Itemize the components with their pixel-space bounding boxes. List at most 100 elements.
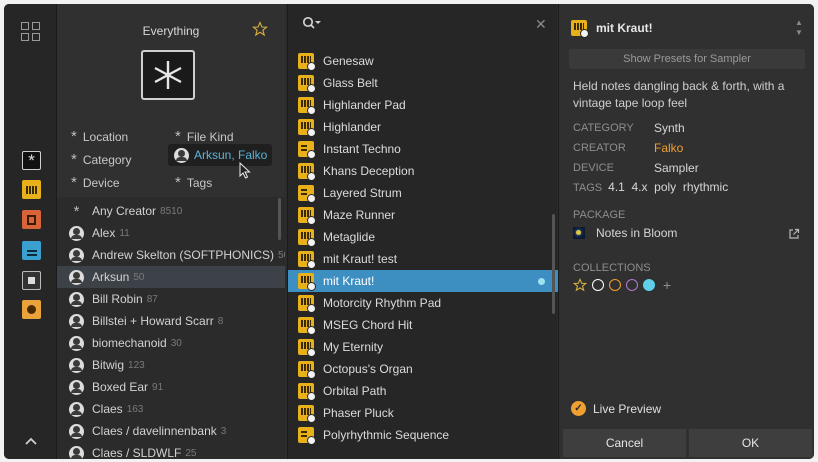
preset-item[interactable]: Highlander Pad [288,94,558,116]
search-bar[interactable]: ✕ [288,4,558,44]
preset-item[interactable]: Genesaw [288,50,558,72]
creator-item[interactable]: Andrew Skelton (SOFTPHONICS)50 [57,244,285,266]
close-icon[interactable]: ✕ [535,16,547,33]
search-icon[interactable] [302,16,322,30]
creator-item[interactable]: Alex 11 [57,222,285,244]
live-preview-toggle[interactable]: ✓ Live Preview [571,401,661,416]
creator-item[interactable]: Boxed Ear 91 [57,376,285,398]
filter-creator-label: Arksun, Falko [194,148,268,162]
filter-device[interactable]: * Device [71,174,120,191]
cancel-button[interactable]: Cancel [563,429,686,457]
creator-item[interactable]: biomechanoid 30 [57,332,285,354]
preset-list: Genesaw Glass Belt Highlander Pad Highlande… [288,50,558,459]
category-value[interactable]: Synth [654,121,685,135]
creator-value[interactable]: Falko [654,141,683,155]
collection-cyan-icon[interactable] [643,279,655,291]
creator-scrollbar[interactable] [278,198,281,240]
preset-item[interactable]: Orbital Path [288,380,558,402]
preset-item[interactable]: Polyrhythmic Sequence [288,424,558,446]
asterisk-icon: * [71,174,77,191]
preset-name: Highlander [323,120,382,134]
rail-note-fx-icon[interactable] [22,241,41,260]
prev-next-arrows[interactable]: ▲ ▼ [795,18,803,38]
instrument-preset-icon [298,163,316,181]
creator-count: 8510 [160,205,183,217]
creator-item[interactable]: Claes / SLDWLF 25 [57,442,285,459]
creator-item[interactable]: Arksun 50 [57,266,285,288]
rail-audio-fx-icon[interactable] [22,210,41,229]
instrument-preset-icon [298,229,316,247]
instrument-preset-icon [298,273,316,291]
collection-purple-icon[interactable] [626,279,638,291]
creator-item[interactable]: Bitwig 123 [57,354,285,376]
left-rail: * [4,4,57,459]
instrument-preset-icon [298,383,316,401]
show-presets-button[interactable]: Show Presets for Sampler [569,49,805,69]
filter-file-kind-label: File Kind [186,129,234,144]
avatar-icon [69,313,84,329]
creator-item[interactable]: * Any Creator 8510 [57,200,285,222]
preset-item[interactable]: Maze Runner [288,204,558,226]
preset-item[interactable]: Highlander [288,116,558,138]
filter-creator[interactable]: Arksun, Falko [168,144,272,166]
asterisk-icon: * [71,151,77,168]
creator-item[interactable]: Bill Robin 87 [57,288,285,310]
rail-user-icon[interactable] [22,300,41,319]
preset-name: Metaglide [323,230,376,244]
preset-scrollbar[interactable] [552,214,555,314]
instrument-preset-icon [571,20,589,38]
asterisk-icon: * [175,128,181,145]
collection-white-icon[interactable] [592,279,604,291]
creator-count: 25 [185,447,197,459]
preset-item[interactable]: Motorcity Rhythm Pad [288,292,558,314]
tags-value[interactable]: 4.1 4.x poly rhythmic [608,180,728,194]
instrument-preset-icon [298,119,316,137]
favorite-star-icon[interactable] [573,278,587,292]
collections-row: + [573,277,671,293]
inspector-panel: mit Kraut! ▲ ▼ Show Presets for Sampler H… [558,4,814,459]
avatar-icon [69,379,84,395]
instrument-preset-icon [298,251,316,269]
creator-item[interactable]: Billstei + Howard Scarr 8 [57,310,285,332]
preset-item[interactable]: Phaser Pluck [288,402,558,424]
preset-name: Layered Strum [323,186,402,200]
preset-item[interactable]: Glass Belt [288,72,558,94]
collections-label: COLLECTIONS [573,262,651,274]
preset-item[interactable]: mit Kraut! test [288,248,558,270]
creator-item[interactable]: Claes 163 [57,398,285,420]
rail-instrument-icon[interactable] [22,180,41,199]
filter-category[interactable]: * Category [71,151,132,168]
creator-label: CREATOR [573,142,626,154]
star-icon[interactable] [252,21,268,37]
preset-name: Instant Techno [323,142,401,156]
rail-everything-icon[interactable]: * [22,151,41,170]
external-link-icon[interactable] [788,228,800,240]
avatar-icon [69,423,84,439]
tags-label: TAGS [573,182,603,194]
preset-item[interactable]: My Eternity [288,336,558,358]
rail-plugin-icon[interactable] [22,271,41,290]
filter-file-kind[interactable]: * File Kind [175,128,234,145]
asterisk-icon [154,61,182,89]
chevron-up-icon[interactable] [23,433,39,449]
preset-item[interactable]: Metaglide [288,226,558,248]
filter-tags[interactable]: * Tags [175,174,212,191]
preset-item[interactable]: Khans Deception [288,160,558,182]
ok-button[interactable]: OK [689,429,812,457]
creator-name: Bill Robin [92,292,143,306]
preset-item[interactable]: Layered Strum [288,182,558,204]
add-collection-icon[interactable]: + [663,277,671,293]
creator-item[interactable]: Claes / davelinnenbank 3 [57,420,285,442]
device-label: DEVICE [573,162,614,174]
preset-item[interactable]: Octopus's Organ [288,358,558,380]
preset-item[interactable]: Instant Techno [288,138,558,160]
filter-location[interactable]: * Location [71,128,128,145]
collection-orange-icon[interactable] [609,279,621,291]
package-row[interactable]: Notes in Bloom [573,226,677,240]
device-value[interactable]: Sampler [654,161,699,175]
grid-view-icon[interactable] [21,22,41,42]
preset-name: Maze Runner [323,208,396,222]
avatar-icon [69,335,84,351]
preset-item[interactable]: MSEG Chord Hit [288,314,558,336]
preset-item[interactable]: mit Kraut! [288,270,558,292]
